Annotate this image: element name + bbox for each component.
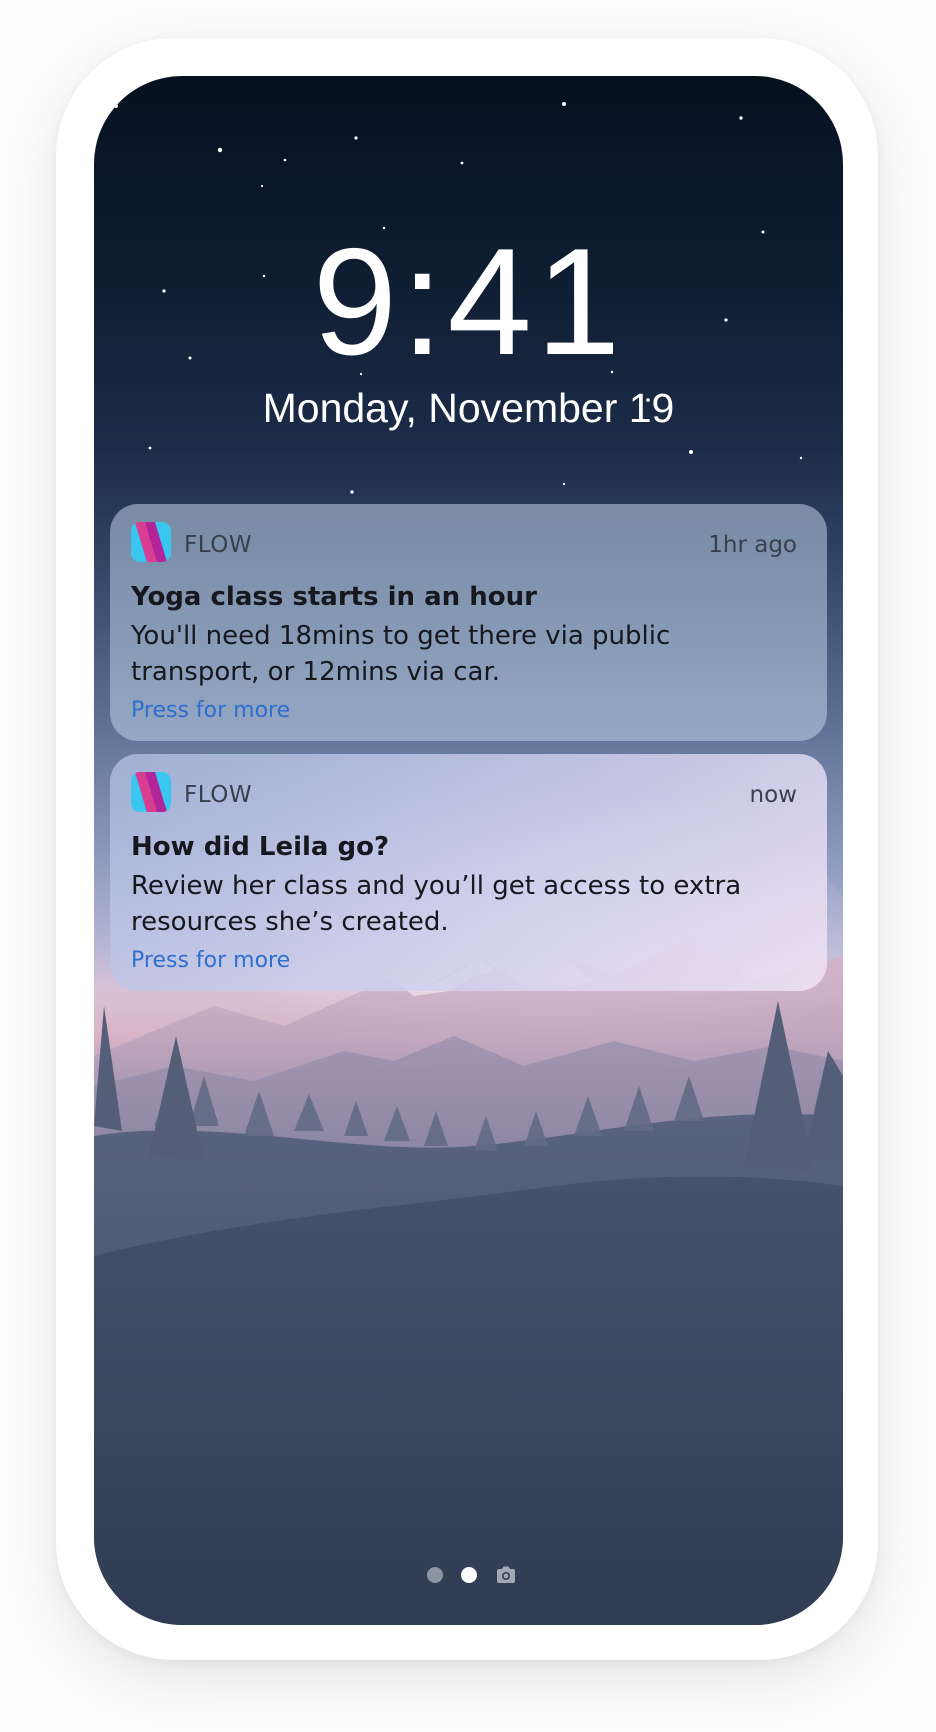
app-name: FLOW xyxy=(184,532,253,558)
lock-screen: 9:41 Monday, November 19 FLOW 1hr ago Yo… xyxy=(94,76,843,1625)
flow-app-icon xyxy=(131,772,171,812)
notification-body: Review her class and you’ll get access t… xyxy=(131,871,742,937)
notification-title: Yoga class starts in an hour xyxy=(131,582,537,612)
clock-time: 9:41 xyxy=(312,217,625,387)
notification-card[interactable]: FLOW now How did Leila go? Review her cl… xyxy=(110,754,827,991)
notification-header: FLOW 1hr ago xyxy=(131,522,797,564)
press-for-more-link[interactable]: Press for more xyxy=(131,948,290,973)
page-dot[interactable] xyxy=(427,1567,443,1583)
notification-timestamp: 1hr ago xyxy=(708,532,797,558)
notification-title: How did Leila go? xyxy=(131,832,390,862)
camera-icon[interactable] xyxy=(495,1564,517,1586)
page-dot-active[interactable] xyxy=(461,1567,477,1583)
notification-header: FLOW now xyxy=(131,772,797,814)
page-indicator[interactable] xyxy=(94,1564,843,1586)
notification-body: You'll need 18mins to get there via publ… xyxy=(131,621,671,687)
press-for-more-link[interactable]: Press for more xyxy=(131,698,290,723)
notification-card[interactable]: FLOW 1hr ago Yoga class starts in an hou… xyxy=(110,504,827,741)
flow-app-icon xyxy=(131,522,171,562)
notification-timestamp: now xyxy=(749,782,797,808)
clock-date: Monday, November 19 xyxy=(262,385,675,431)
app-name: FLOW xyxy=(184,782,253,808)
